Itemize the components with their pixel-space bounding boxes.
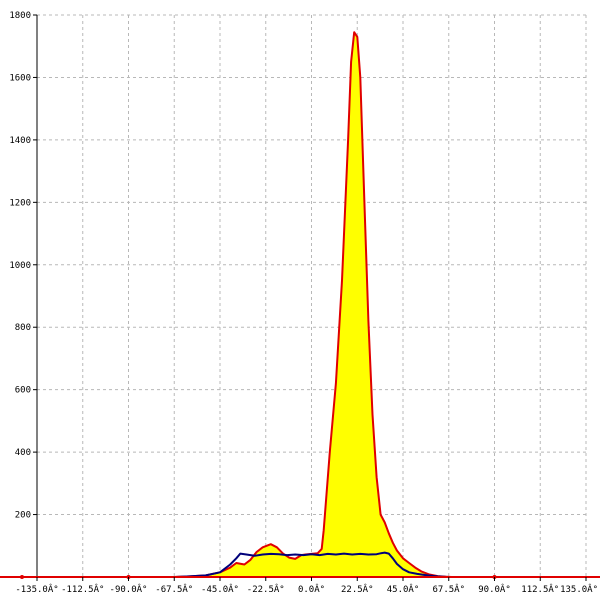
x-tick-label: -22.5Â° xyxy=(247,583,285,595)
y-tick-label: 200 xyxy=(15,511,31,521)
x-tick-label: 22.5Â° xyxy=(341,583,374,595)
chart-root: 200 400 600 800 1000 1200 1400 1600 1800 -135.0Â°… xyxy=(0,0,600,600)
x-tick-label: -67.5Â° xyxy=(155,583,193,595)
x-tick-label: 45.0Â° xyxy=(387,583,420,595)
y-tick-label: 1800 xyxy=(9,11,31,21)
y-tick-label: 1600 xyxy=(9,73,31,83)
x-tick-label: -90.0Â° xyxy=(110,583,148,595)
y-tick-label: 1200 xyxy=(9,198,31,208)
y-tick-label: 1000 xyxy=(9,261,31,271)
x-tick-label: 112.5Â° xyxy=(521,583,559,595)
angle-distribution-chart: 200 400 600 800 1000 1200 1400 1600 1800 -135.0Â°… xyxy=(0,0,600,600)
x-tick-label: 0.0Â° xyxy=(298,583,325,595)
x-tick-label: -135.0Â° xyxy=(15,583,58,595)
x-tick-label: 90.0Â° xyxy=(478,583,511,595)
x-tick-label: 135.0Â° xyxy=(560,583,598,595)
x-tick-label: -112.5Â° xyxy=(61,583,104,595)
y-tick-label: 600 xyxy=(15,386,31,396)
y-tick-label: 800 xyxy=(15,323,31,333)
y-tick-label: 400 xyxy=(15,448,31,458)
x-tick-label: 67.5Â° xyxy=(432,583,465,595)
y-tick-label: 1400 xyxy=(9,136,31,146)
chart-background xyxy=(0,0,600,600)
baseline-marker xyxy=(20,575,24,579)
x-tick-label: -45.0Â° xyxy=(201,583,239,595)
